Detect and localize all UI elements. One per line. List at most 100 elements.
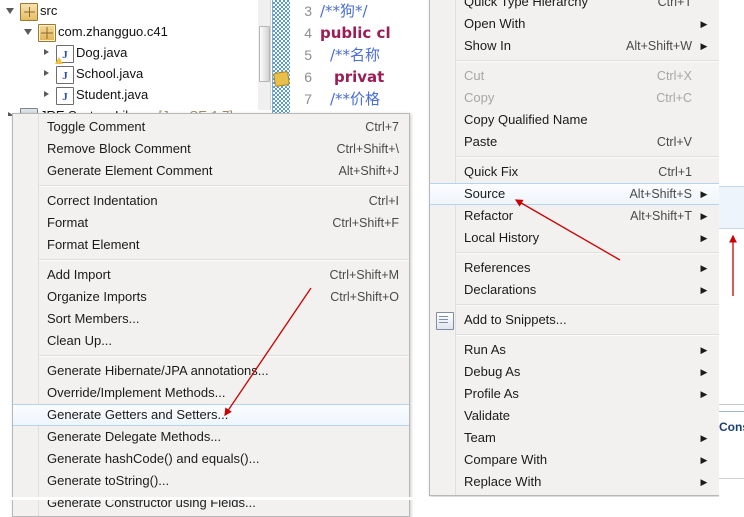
menu-item-copy-qualified-name[interactable]: Copy Qualified Name ▶ — [430, 109, 720, 131]
menu-item-add-to-snippets[interactable]: Add to Snippets... ▶ — [430, 309, 720, 331]
snippets-icon — [436, 312, 454, 330]
submenu-arrow-spacer: ▶ — [698, 87, 710, 109]
menu-item-generate-delegate-methods[interactable]: Generate Delegate Methods... — [13, 426, 409, 448]
menu-item-label: Refactor — [464, 208, 514, 223]
twisty-collapsed-icon[interactable] — [42, 63, 54, 84]
menu-item-label: Generate Constructor using Fields... — [47, 495, 256, 510]
menu-item-label: Copy — [464, 90, 495, 105]
java-file-icon — [56, 66, 74, 87]
submenu-arrow-icon: ▶ — [700, 455, 708, 465]
menu-item-generate-hashcode-and-equals[interactable]: Generate hashCode() and equals()... — [13, 448, 409, 470]
menu-item-sort-members[interactable]: Sort Members... — [13, 308, 409, 330]
menu-item-label: Replace With — [464, 474, 542, 489]
source-submenu[interactable]: Toggle Comment Ctrl+7 Remove Block Comment… — [12, 113, 410, 517]
code-line: 4 public cl — [290, 22, 435, 44]
menu-separator — [456, 60, 720, 62]
menu-item-references[interactable]: References ▶ — [430, 257, 720, 279]
submenu-arrow-spacer: ▶ — [698, 0, 710, 13]
line-number: 3 — [304, 3, 312, 19]
tree-item-student-java[interactable]: Student.java — [0, 84, 258, 108]
tree-item-school-java[interactable]: School.java — [0, 63, 258, 87]
menu-item-override-implement-methods[interactable]: Override/Implement Methods... — [13, 382, 409, 404]
menu-item-label: Cut — [464, 68, 485, 83]
submenu-arrow-icon: ▶ — [700, 41, 708, 51]
menu-item-replace-with[interactable]: Replace With ▶ — [430, 471, 720, 493]
twisty-expanded-icon[interactable] — [24, 21, 36, 42]
menu-item-accelerator: Ctrl+7 — [365, 120, 399, 134]
menu-item-toggle-comment[interactable]: Toggle Comment Ctrl+7 — [13, 116, 409, 138]
menu-item-label: Run As — [464, 342, 506, 357]
menu-item-run-as[interactable]: Run As ▶ — [430, 339, 720, 361]
code-text: /**名称 — [330, 46, 381, 64]
line-number: 5 — [304, 47, 312, 63]
menu-item-show-in[interactable]: Show In Alt+Shift+W ▶ — [430, 35, 720, 57]
tree-item-dog-java[interactable]: Dog.java — [0, 42, 258, 66]
menu-item-label: Profile As — [464, 386, 519, 401]
source-folder-icon — [20, 3, 38, 21]
menu-item-local-history[interactable]: Local History ▶ — [430, 227, 720, 249]
twisty-collapsed-icon[interactable] — [42, 84, 54, 105]
twisty-collapsed-icon[interactable] — [42, 42, 54, 63]
menu-item-paste[interactable]: Paste Ctrl+V ▶ — [430, 131, 720, 153]
menu-item-add-import[interactable]: Add Import Ctrl+Shift+M — [13, 264, 409, 286]
menu-item-generate-tostring[interactable]: Generate toString()... — [13, 470, 409, 492]
editor-context-menu[interactable]: Quick Type HierarchyCtrl+T▶Open With▶Sho… — [429, 0, 721, 496]
code-editor[interactable]: 3 /**狗*/ 4 public cl 5 /**名称 6 privat 7 /**价格 — [290, 0, 436, 113]
menu-item-quick-type-hierarchy[interactable]: Quick Type Hierarchy Ctrl+T ▶ — [430, 0, 720, 13]
menu-item-generate-hibernate-jpa-annotations[interactable]: Generate Hibernate/JPA annotations... — [13, 360, 409, 382]
menu-item-format[interactable]: Format Ctrl+Shift+F — [13, 212, 409, 234]
submenu-arrow-icon: ▶ — [700, 285, 708, 295]
menu-item-organize-imports[interactable]: Organize Imports Ctrl+Shift+O — [13, 286, 409, 308]
menu-separator — [456, 156, 720, 158]
menu-item-label: Format — [47, 215, 89, 230]
menu-item-label: Paste — [464, 134, 498, 149]
menu-item-clean-up[interactable]: Clean Up... — [13, 330, 409, 352]
menu-item-remove-block-comment[interactable]: Remove Block Comment Ctrl+Shift+\ — [13, 138, 409, 160]
submenu-arrow-icon: ▶ — [700, 263, 708, 273]
tree-item-src[interactable]: src — [0, 0, 258, 21]
menu-separator — [39, 185, 409, 187]
line-number: 4 — [304, 25, 312, 41]
menu-item-source[interactable]: Source Alt+Shift+S ▶ — [430, 183, 720, 205]
menu-item-declarations[interactable]: Declarations ▶ — [430, 279, 720, 301]
submenu-arrow-spacer: ▶ — [698, 131, 710, 153]
menu-item-accelerator: Ctrl+Shift+F — [332, 216, 399, 230]
menu-item-label: Generate Delegate Methods... — [47, 429, 222, 444]
menu-item-profile-as[interactable]: Profile As ▶ — [430, 383, 720, 405]
package-explorer[interactable]: src com.zhangguo.c41 Dog.java School.java St… — [0, 0, 258, 116]
menu-item-label: References — [464, 260, 531, 275]
menu-item-quick-fix[interactable]: Quick Fix Ctrl+1 ▶ — [430, 161, 720, 183]
tree-item-com-zhangguo-c41[interactable]: com.zhangguo.c41 — [0, 21, 258, 42]
tree-item-label: com.zhangguo.c41 — [58, 24, 168, 39]
menu-item-refactor[interactable]: Refactor Alt+Shift+T ▶ — [430, 205, 720, 227]
menu-item-compare-with[interactable]: Compare With ▶ — [430, 449, 720, 471]
tree-scrollbar-track[interactable] — [258, 0, 271, 110]
dotted-sash-pattern[interactable] — [272, 0, 292, 116]
menu-item-validate[interactable]: Validate ▶ — [430, 405, 720, 427]
tree-item-label: School.java — [76, 66, 144, 81]
menu-separator — [456, 334, 720, 336]
menu-item-team[interactable]: Team ▶ — [430, 427, 720, 449]
menu-item-generate-getters-and-setters[interactable]: Generate Getters and Setters... — [13, 404, 409, 426]
submenu-arrow-icon: ▶ — [700, 367, 708, 377]
menu-item-debug-as[interactable]: Debug As ▶ — [430, 361, 720, 383]
menu-item-generate-constructor-using-fields[interactable]: Generate Constructor using Fields... — [13, 492, 409, 514]
tree-item-label: Dog.java — [76, 45, 128, 60]
submenu-arrow-icon: ▶ — [700, 345, 708, 355]
menu-item-label: Override/Implement Methods... — [47, 385, 226, 400]
menu-item-correct-indentation[interactable]: Correct Indentation Ctrl+I — [13, 190, 409, 212]
submenu-arrow-icon: ▶ — [700, 477, 708, 487]
console-tab-label[interactable]: Console — [719, 420, 744, 434]
menu-item-format-element[interactable]: Format Element — [13, 234, 409, 256]
submenu-arrow-icon: ▶ — [700, 19, 708, 29]
menu-item-generate-element-comment[interactable]: Generate Element Comment Alt+Shift+J — [13, 160, 409, 182]
java-file-icon — [56, 87, 74, 108]
twisty-expanded-icon[interactable] — [6, 0, 18, 21]
tree-scrollbar-thumb[interactable] — [259, 26, 270, 82]
editor-sash — [258, 0, 292, 116]
menu-separator — [456, 252, 720, 254]
menu-item-label: Team — [464, 430, 496, 445]
menu-item-open-with[interactable]: Open With ▶ — [430, 13, 720, 35]
menu-item-label: Compare With — [464, 452, 548, 467]
menu-item-accelerator: Ctrl+Shift+O — [330, 290, 399, 304]
